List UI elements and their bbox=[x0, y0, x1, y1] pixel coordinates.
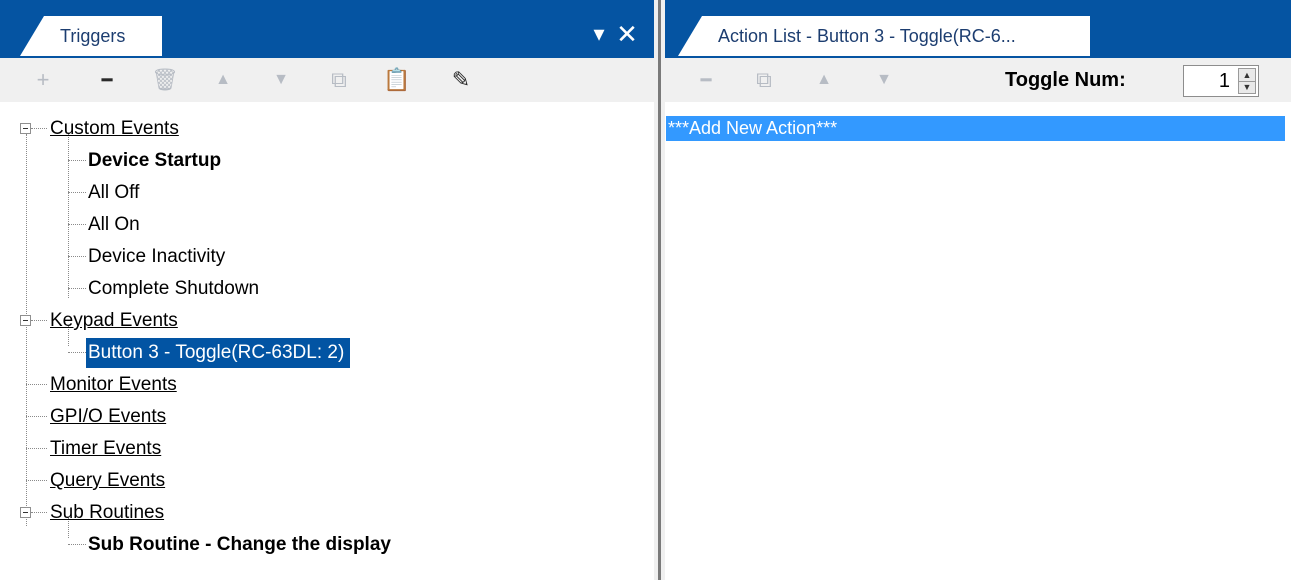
tree-node-label: Custom Events bbox=[50, 118, 179, 139]
triangle-up-icon[interactable]: ▲ bbox=[809, 64, 839, 96]
action-list-panel: Action List - Button 3 - Toggle(RC-6... … bbox=[665, 0, 1291, 580]
toggle-num-value[interactable]: 1 bbox=[1184, 66, 1234, 96]
tree-node-label: GPI/O Events bbox=[50, 406, 167, 427]
tree-node-keypad-events[interactable]: Keypad Events bbox=[48, 306, 180, 336]
tree-node-query-events[interactable]: Query Events bbox=[48, 466, 167, 496]
tree-node-device-startup[interactable]: Device Startup bbox=[86, 146, 223, 176]
tab-action-list[interactable]: Action List - Button 3 - Toggle(RC-6... bbox=[678, 16, 1090, 56]
action-tab-strip: Action List - Button 3 - Toggle(RC-6... bbox=[665, 0, 1291, 58]
close-icon[interactable]: ✕ bbox=[614, 16, 640, 52]
tree-node-label: All Off bbox=[88, 182, 140, 203]
toggle-num-label: Toggle Num: bbox=[1005, 69, 1126, 91]
tab-triggers-label: Triggers bbox=[60, 25, 126, 46]
tree-node-device-inactivity[interactable]: Device Inactivity bbox=[86, 242, 227, 272]
copy-icon[interactable]: ⧉ bbox=[749, 64, 779, 96]
tree-node-label: Complete Shutdown bbox=[88, 278, 260, 299]
tree-node-gpio-events[interactable]: GPI/O Events bbox=[48, 402, 168, 432]
triggers-toolbar: + ━ 🗑 ▲ ▼ ⧉ 📋 ✎ bbox=[0, 58, 654, 102]
action-toolbar: ━ ⧉ ▲ ▼ Toggle Num: 1 ▲ ▼ bbox=[665, 58, 1291, 102]
splitter-grip bbox=[658, 0, 661, 580]
clipboard-icon[interactable]: 📋 bbox=[382, 64, 412, 96]
tree-node-label: Timer Events bbox=[50, 438, 162, 459]
triggers-tree: Custom Events Device Startup All Off All… bbox=[0, 112, 654, 572]
tree-node-all-on[interactable]: All On bbox=[86, 210, 142, 240]
triangle-up-icon[interactable]: ▲ bbox=[208, 64, 238, 96]
stepper-down-icon[interactable]: ▼ bbox=[1239, 81, 1255, 93]
action-list: ***Add New Action*** bbox=[665, 116, 1291, 580]
tree-node-label: Device Startup bbox=[88, 150, 222, 171]
tree-node-label: Button 3 - Toggle(RC-63DL: 2) bbox=[86, 338, 351, 368]
triggers-tab-strip: Triggers ▾ ✕ bbox=[0, 0, 654, 58]
copy-icon[interactable]: ⧉ bbox=[324, 64, 354, 96]
collapse-toggle-custom-events[interactable] bbox=[20, 123, 31, 134]
triangle-down-icon[interactable]: ▼ bbox=[869, 64, 899, 96]
tree-node-label: Device Inactivity bbox=[88, 246, 226, 267]
tree-node-label: Sub Routines bbox=[50, 502, 165, 523]
tree-node-monitor-events[interactable]: Monitor Events bbox=[48, 370, 179, 400]
collapse-toggle-sub-routines[interactable] bbox=[20, 507, 31, 518]
tree-node-label: Sub Routine - Change the display bbox=[88, 534, 391, 555]
tree-node-all-off[interactable]: All Off bbox=[86, 178, 141, 208]
panel-splitter[interactable] bbox=[654, 0, 665, 580]
stepper-arrows: ▲ ▼ bbox=[1238, 68, 1256, 94]
tree-node-custom-events[interactable]: Custom Events bbox=[48, 114, 181, 144]
tree-node-complete-shutdown[interactable]: Complete Shutdown bbox=[86, 274, 261, 304]
eraser-icon[interactable]: ✎ bbox=[446, 64, 476, 96]
tree-node-sub-routine-change-display[interactable]: Sub Routine - Change the display bbox=[86, 530, 393, 560]
minus-icon[interactable]: ━ bbox=[92, 64, 122, 96]
tab-triggers[interactable]: Triggers bbox=[20, 16, 162, 56]
tree-node-label: Keypad Events bbox=[50, 310, 178, 331]
trash-icon[interactable]: 🗑 bbox=[150, 64, 180, 96]
action-row-add-new[interactable]: ***Add New Action*** bbox=[666, 116, 1285, 141]
tree-node-button-3-toggle[interactable]: Button 3 - Toggle(RC-63DL: 2) bbox=[86, 338, 351, 368]
tree-node-label: Monitor Events bbox=[50, 374, 177, 395]
tab-action-list-label: Action List - Button 3 - Toggle(RC-6... bbox=[718, 25, 1016, 46]
tree-node-sub-routines[interactable]: Sub Routines bbox=[48, 498, 166, 528]
chevron-down-icon[interactable]: ▾ bbox=[586, 16, 612, 52]
tree-node-timer-events[interactable]: Timer Events bbox=[48, 434, 163, 464]
collapse-toggle-keypad-events[interactable] bbox=[20, 315, 31, 326]
minus-icon[interactable]: ━ bbox=[691, 64, 721, 96]
tree-node-label: Query Events bbox=[50, 470, 166, 491]
toggle-num-stepper[interactable]: 1 ▲ ▼ bbox=[1183, 65, 1259, 97]
triggers-panel: Triggers ▾ ✕ + ━ 🗑 ▲ ▼ ⧉ 📋 ✎ Custom Even… bbox=[0, 0, 654, 580]
plus-icon[interactable]: + bbox=[28, 64, 58, 96]
tree-node-label: All On bbox=[88, 214, 140, 235]
triangle-down-icon[interactable]: ▼ bbox=[266, 64, 296, 96]
